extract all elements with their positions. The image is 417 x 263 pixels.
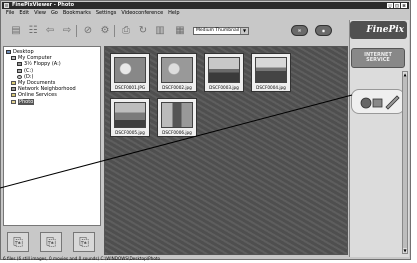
- thumbnail-item[interactable]: DSCF0003.jpg: [204, 53, 244, 92]
- toolbar-separator: [114, 25, 115, 37]
- folder-open-icon: [11, 99, 16, 104]
- refresh-button[interactable]: ⚙: [98, 24, 112, 37]
- window-title: FinePixViewer - Photo: [12, 2, 75, 8]
- toolbar-separator: [76, 25, 77, 37]
- plugin-tools-icon: [360, 95, 400, 110]
- menu-edit[interactable]: Edit: [19, 10, 29, 17]
- close-button[interactable]: ×: [401, 3, 407, 8]
- videoconference-button[interactable]: ◉: [315, 25, 332, 36]
- tree-action-buttons: ⎘ ⎘ ⎘: [3, 229, 101, 255]
- right-panel-scrollbar[interactable]: ▲ ▼: [402, 71, 408, 254]
- network-icon: [11, 87, 16, 92]
- photo-image: [114, 57, 146, 83]
- thumbnail-caption: DSCF0001.JPG: [114, 85, 146, 90]
- mail-button[interactable]: ✉: [291, 25, 308, 36]
- minimize-button[interactable]: _: [387, 3, 393, 8]
- window-controls: _ □ ×: [387, 3, 407, 8]
- view-mode-select[interactable]: Medium Thumbnail ▼: [193, 27, 249, 35]
- refresh-icon: ⚙: [100, 24, 110, 36]
- thumbnail-caption: DSCF0003.jpg: [209, 85, 239, 90]
- thumbnail-caption: DSCF0006.jpg: [162, 130, 192, 135]
- stop-icon: ⊘: [83, 24, 93, 36]
- maximize-button[interactable]: □: [394, 3, 400, 8]
- thumbnail-area: DSCF0001.JPG DSCF0002.jpg DSCF0003.jpg D…: [104, 46, 348, 255]
- copy-disk-icon: ⎘: [46, 234, 56, 249]
- scroll-up-icon[interactable]: ▲: [403, 72, 407, 77]
- menu-settings[interactable]: Settings: [96, 10, 117, 17]
- drive-icon: [17, 68, 22, 73]
- toolbar: ▤ ☷ ⇦ ⇨ ⊘ ⚙ ⎙ ↻ ▥ ▦ Medium Thumbnail ▼ ✉…: [3, 20, 349, 44]
- menu-bookmarks[interactable]: Bookmarks: [63, 10, 91, 17]
- save-to-disk-button[interactable]: ⎘: [7, 232, 29, 252]
- floppy-icon: [17, 62, 22, 67]
- menu-go[interactable]: Go: [51, 10, 58, 17]
- photo-image: [114, 102, 146, 128]
- thumbnail-caption: DSCF0005.jpg: [115, 130, 145, 135]
- tree-view-button[interactable]: ☷: [26, 24, 40, 37]
- photo-image: [161, 57, 193, 83]
- save-disk-icon: ⎘: [13, 234, 23, 249]
- thumbnail-item[interactable]: DSCF0006.jpg: [157, 98, 197, 137]
- tree-item-photo[interactable]: Photo: [4, 98, 100, 105]
- photo-image: [208, 57, 240, 83]
- mail-icon: ✉: [297, 28, 302, 33]
- folder-icon: [11, 81, 16, 86]
- camera-icon: ◉: [321, 28, 326, 33]
- thumbnail-item[interactable]: DSCF0004.jpg: [251, 53, 291, 92]
- title-bar: FinePixViewer - Photo _ □ ×: [2, 2, 409, 9]
- folder-tree: Desktop My Computer 3½ Floppy (A:) (C:) …: [3, 46, 101, 226]
- printer-icon: ⎙: [122, 24, 130, 36]
- folder-up-icon: ▤: [11, 24, 21, 36]
- tree-icon: ☷: [28, 24, 38, 36]
- menu-help[interactable]: Help: [168, 10, 179, 17]
- thumbnail-item[interactable]: DSCF0002.jpg: [157, 53, 197, 92]
- thumbnail-item[interactable]: DSCF0005.jpg: [110, 98, 150, 137]
- menu-videoconference[interactable]: Videoconference: [121, 10, 163, 17]
- finepix-logo: FinePix: [350, 21, 407, 39]
- menu-bar: File Edit View Go Bookmarks Settings Vid…: [3, 10, 180, 17]
- trash-icon: ▥: [155, 24, 165, 36]
- delete-button[interactable]: ▥: [153, 24, 167, 37]
- arrow-right-icon: ⇨: [62, 24, 72, 36]
- copy-to-disk-button[interactable]: ⎘: [40, 232, 62, 252]
- status-bar: 6 files (6 still images, 0 movies and 0 …: [3, 256, 161, 261]
- rotate-icon: ↻: [138, 24, 148, 36]
- photo-image: [161, 102, 193, 128]
- view-mode-value: Medium Thumbnail: [196, 28, 240, 33]
- disk-tools-icon: ⎘: [79, 234, 89, 249]
- computer-icon: [11, 56, 16, 61]
- scroll-down-icon[interactable]: ▼: [403, 248, 407, 253]
- thumbnail-view-button[interactable]: ▦: [173, 24, 187, 37]
- up-folder-button[interactable]: ▤: [9, 24, 23, 37]
- menu-view[interactable]: View: [34, 10, 46, 17]
- disk-tools-button[interactable]: ⎘: [73, 232, 95, 252]
- internet-service-button[interactable]: INTERNET SERVICE: [351, 48, 405, 68]
- menu-file[interactable]: File: [6, 10, 14, 17]
- photo-image: [255, 57, 287, 83]
- back-button[interactable]: ⇦: [43, 24, 57, 37]
- thumbnail-caption: DSCF0004.jpg: [256, 85, 286, 90]
- desktop-icon: [6, 50, 11, 55]
- cdrom-icon: [17, 74, 22, 79]
- thumbnail-caption: DSCF0002.jpg: [162, 85, 192, 90]
- folder-icon: [11, 93, 16, 98]
- forward-button[interactable]: ⇨: [60, 24, 74, 37]
- thumbnail-item[interactable]: DSCF0001.JPG: [110, 53, 150, 92]
- stop-button[interactable]: ⊘: [81, 24, 95, 37]
- chevron-down-icon: ▼: [240, 28, 248, 34]
- finepixviewer-window: FinePixViewer - Photo _ □ × File Edit Vi…: [0, 0, 411, 261]
- print-button[interactable]: ⎙: [119, 24, 133, 37]
- rotate-button[interactable]: ↻: [136, 24, 150, 37]
- arrow-left-icon: ⇦: [45, 24, 55, 36]
- plugin-button[interactable]: [351, 89, 405, 114]
- app-icon[interactable]: [4, 3, 9, 8]
- thumbnail-icon: ▦: [175, 24, 185, 36]
